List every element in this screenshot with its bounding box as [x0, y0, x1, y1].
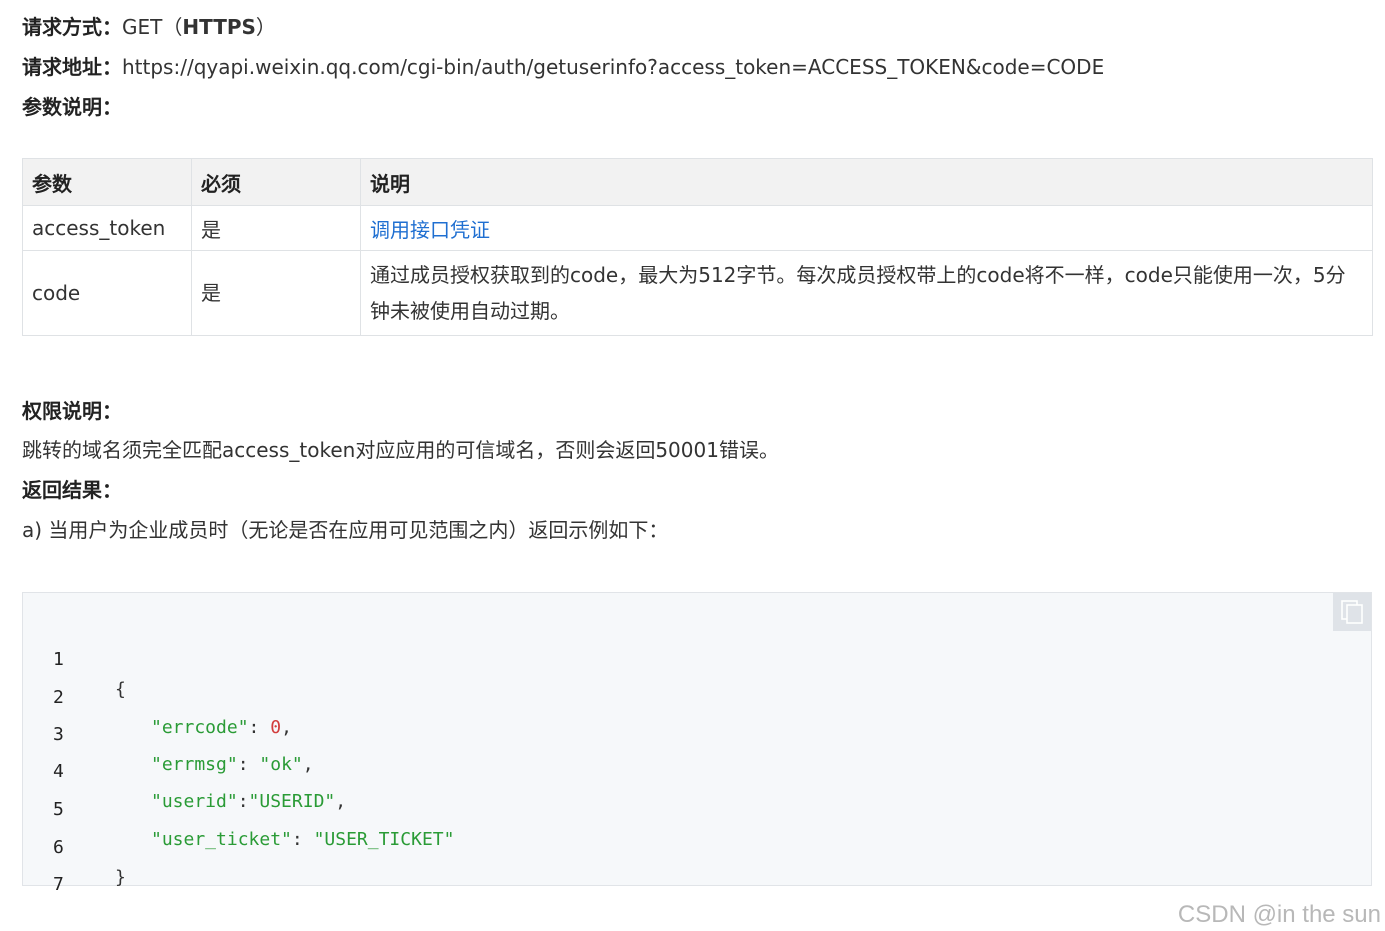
json-number: 0 [270, 717, 282, 738]
watermark: CSDN @in the sun [1177, 901, 1381, 928]
code-text: "errmsg": "ok", [151, 754, 314, 775]
json-key: "user_ticket" [151, 829, 292, 850]
json-string: "ok" [259, 754, 303, 775]
code-line: 5 "user_ticket": "USER_TICKET" [23, 765, 454, 850]
code-text: { [115, 675, 126, 705]
code-text: "userid":"USERID", [151, 791, 347, 812]
header-param: 参数 [22, 158, 192, 206]
table-row: code 是 通过成员授权获取到的code，最大为512字节。每次成员授权带上的… [22, 250, 1373, 336]
code-text: } [115, 863, 126, 893]
json-string: "USER_TICKET" [313, 829, 455, 850]
request-method-close: ） [255, 15, 276, 39]
code-block: 1 { 2 "errcode": 0, 3 "errmsg": "ok", 4 … [22, 592, 1372, 895]
code-text: "user_ticket": "USER_TICKET" [151, 829, 455, 850]
json-string: "USERID" [248, 791, 336, 812]
header-desc: 说明 [360, 158, 1373, 206]
request-address-line: 请求地址：https://qyapi.weixin.qq.com/cgi-bin… [22, 53, 1104, 81]
cell-desc: 调用接口凭证 [360, 205, 1373, 251]
request-address-value: https://qyapi.weixin.qq.com/cgi-bin/auth… [122, 55, 1105, 79]
request-method-line: 请求方式：GET（HTTPS） [22, 13, 276, 41]
cell-required: 是 [191, 250, 361, 336]
code-text: "errcode": 0, [151, 717, 292, 738]
cell-required: 是 [191, 205, 361, 251]
code-line: 6 } [23, 803, 126, 888]
line-number: 7 [53, 874, 64, 895]
table-row: access_token 是 调用接口凭证 [22, 205, 1373, 251]
request-method-value: GET（ [122, 15, 183, 39]
copy-icon [1341, 600, 1363, 624]
permission-text: 跳转的域名须完全匹配access_token对应应用的可信域名，否则会返回500… [22, 438, 779, 462]
request-method-protocol: HTTPS [182, 15, 256, 39]
request-method-label: 请求方式： [22, 15, 122, 39]
code-line: 4 "userid":"USERID", [23, 727, 346, 812]
cell-param: code [22, 250, 192, 336]
params-table: 参数 必须 说明 access_token 是 调用接口凭证 code 是 通过… [22, 158, 1373, 336]
json-key: "errmsg" [151, 754, 238, 775]
close-brace: } [115, 867, 126, 888]
cell-desc: 通过成员授权获取到的code，最大为512字节。每次成员授权带上的code将不一… [360, 250, 1373, 336]
params-heading: 参数说明： [22, 95, 122, 119]
open-brace: { [115, 679, 126, 700]
json-key: "errcode" [151, 717, 249, 738]
json-key: "userid" [151, 791, 238, 812]
header-required: 必须 [191, 158, 361, 206]
table-header-row: 参数 必须 说明 [22, 158, 1373, 206]
result-heading: 返回结果： [22, 478, 122, 502]
access-token-doc-link[interactable]: 调用接口凭证 [370, 218, 490, 242]
code-line: 7 [23, 840, 66, 895]
request-address-label: 请求地址： [22, 55, 122, 79]
result-case-a: a) 当用户为企业成员时（无论是否在应用可见范围之内）返回示例如下： [22, 518, 669, 542]
code-line: 3 "errmsg": "ok", [23, 690, 314, 775]
code-line: 1 { [23, 615, 126, 700]
copy-button[interactable] [1333, 593, 1371, 631]
code-line: 2 "errcode": 0, [23, 653, 292, 738]
cell-param: access_token [22, 205, 192, 251]
permission-heading: 权限说明： [22, 399, 122, 423]
